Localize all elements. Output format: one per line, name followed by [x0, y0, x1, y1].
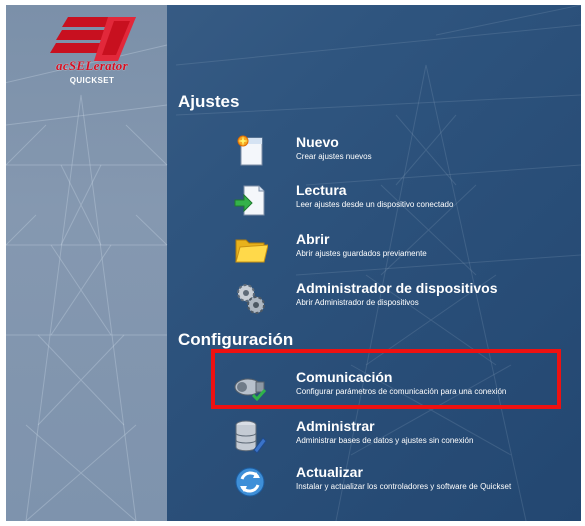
database-icon: [235, 420, 267, 454]
item-label: Comunicación: [296, 369, 393, 385]
menu-item-nuevo[interactable]: Nuevo Crear ajustes nuevos: [232, 134, 577, 178]
item-label: Abrir: [296, 231, 330, 247]
menu-item-abrir[interactable]: Abrir Abrir ajustes guardados previament…: [232, 231, 577, 275]
item-description: Abrir ajustes guardados previamente: [296, 249, 427, 258]
logo-product-text: QUICKSET: [69, 76, 115, 85]
quickset-start-screen: acSELerator QUICKSET Ajustes Nuevo Crear…: [6, 5, 581, 521]
menu-item-lectura[interactable]: Lectura Leer ajustes desde un dispositiv…: [232, 182, 577, 226]
item-label: Actualizar: [296, 464, 363, 480]
item-label: Administrar: [296, 418, 375, 434]
item-description: Crear ajustes nuevos: [296, 152, 372, 161]
logo-brand-text: acSELerator: [56, 58, 128, 73]
connector-icon: [234, 378, 267, 402]
logo-emblem-icon: [50, 17, 136, 61]
item-label: Lectura: [296, 182, 347, 198]
item-label: Nuevo: [296, 134, 339, 150]
folder-icon: [235, 239, 268, 263]
menu-item-administrador-dispositivos[interactable]: Administrador de dispositivos Abrir Admi…: [232, 280, 577, 324]
section-title-ajustes: Ajustes: [178, 92, 240, 111]
menu-item-comunicacion[interactable]: Comunicación Configurar parámetros de co…: [232, 369, 577, 413]
item-description: Abrir Administrador de dispositivos: [296, 298, 419, 307]
gears-icon: [237, 284, 265, 314]
menu-item-actualizar[interactable]: Actualizar Instalar y actualizar los con…: [232, 464, 577, 508]
item-description: Instalar y actualizar los controladores …: [296, 482, 512, 491]
item-label: Administrador de dispositivos: [296, 280, 498, 296]
acselerator-logo: acSELerator QUICKSET: [26, 17, 156, 87]
item-description: Configurar parámetros de comunicación pa…: [296, 387, 507, 396]
item-description: Administrar bases de datos y ajustes sin…: [296, 436, 474, 445]
new-document-icon: [237, 135, 263, 166]
menu-item-administrar[interactable]: Administrar Administrar bases de datos y…: [232, 418, 577, 462]
read-document-icon: [234, 185, 265, 216]
section-title-configuracion: Configuración: [178, 330, 294, 349]
item-description: Leer ajustes desde un dispositivo conect…: [296, 200, 454, 209]
refresh-icon: [235, 467, 265, 497]
